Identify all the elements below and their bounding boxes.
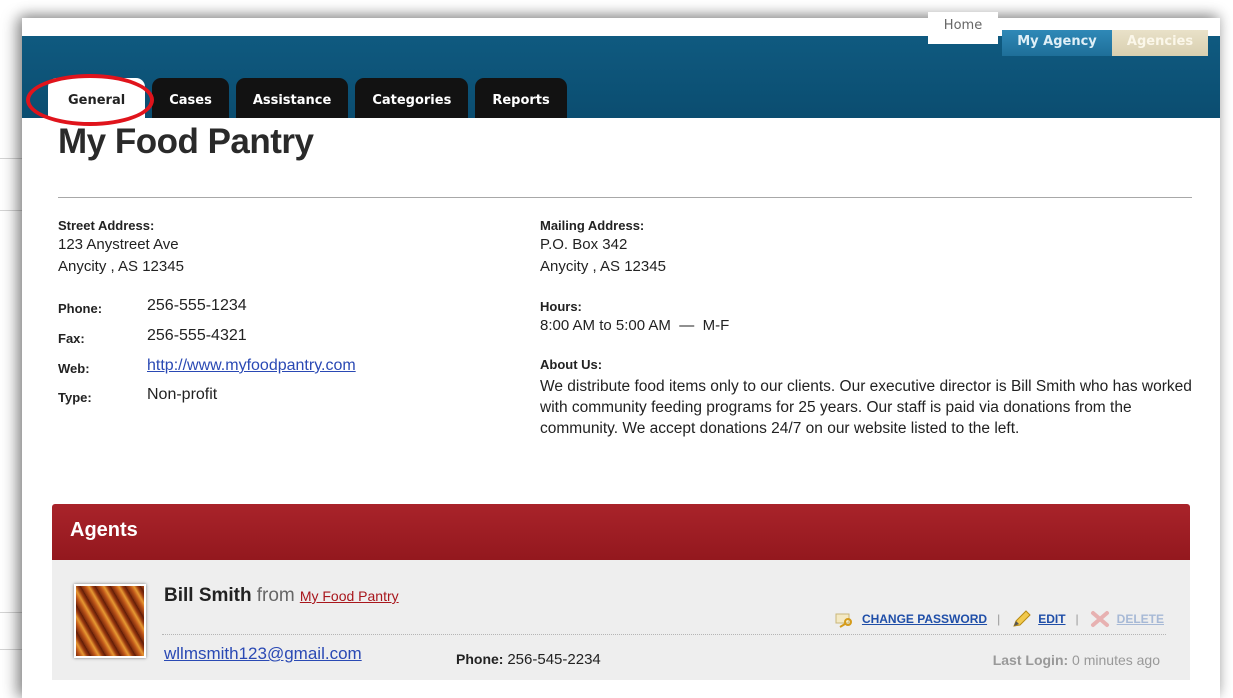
agent-row-divider — [162, 634, 1166, 635]
street-address-line1: 123 Anystreet Ave — [58, 236, 179, 253]
agent-phone: Phone: 256-545-2234 — [456, 651, 601, 668]
edit-link[interactable]: EDIT — [1038, 612, 1065, 626]
background-edge-line — [0, 612, 22, 613]
website-link[interactable]: http://www.myfoodpantry.com — [147, 357, 356, 375]
agents-title: Agents — [70, 519, 138, 541]
agent-actions: CHANGE PASSWORD | EDIT | DELETE — [834, 610, 1164, 628]
tab-assistance[interactable]: Assistance — [235, 78, 349, 118]
highlight-annotation-circle — [26, 74, 154, 126]
hours-value: 8:00 AM to 5:00 AM — M-F — [540, 317, 730, 334]
delete-link[interactable]: DELETE — [1117, 612, 1164, 626]
agent-phone-value: 256-545-2234 — [507, 651, 601, 668]
agent-email-link[interactable]: wllmsmith123@gmail.com — [164, 644, 362, 664]
agent-agency-link[interactable]: My Food Pantry — [300, 588, 399, 604]
phone-label: Phone: — [58, 301, 103, 316]
tab-home[interactable]: Home — [928, 12, 998, 44]
agent-heading: Bill Smith from My Food Pantry — [164, 585, 399, 607]
background-edge-line — [0, 210, 22, 211]
type-value: Non-profit — [147, 386, 218, 403]
avatar — [74, 584, 146, 658]
agent-last-login: Last Login: 0 minutes ago — [993, 652, 1160, 668]
mailing-address-line2: Anycity , AS 12345 — [540, 258, 666, 275]
street-address-line2: Anycity , AS 12345 — [58, 258, 184, 275]
action-separator: | — [997, 612, 1001, 626]
tab-my-agency[interactable]: My Agency — [1002, 30, 1112, 56]
about-text: We distribute food items only to our cli… — [540, 378, 1192, 437]
background-edge-line — [0, 158, 22, 159]
action-separator: | — [1075, 612, 1079, 626]
last-login-label: Last Login: — [992, 652, 1069, 668]
phone-value: 256-555-1234 — [147, 297, 247, 314]
fax-value: 256-555-4321 — [147, 327, 247, 344]
mailing-address-line1: P.O. Box 342 — [540, 236, 628, 253]
pencil-icon — [1010, 610, 1032, 628]
web-label: Web: — [58, 361, 90, 376]
hours-label: Hours: — [540, 299, 582, 314]
agent-phone-label: Phone: — [456, 651, 504, 667]
fax-label: Fax: — [58, 331, 85, 346]
tab-categories[interactable]: Categories — [355, 78, 469, 118]
about-label: About Us: — [540, 357, 603, 372]
tab-reports[interactable]: Reports — [475, 78, 567, 118]
page-window: General Cases Assistance Categories Repo… — [22, 12, 1220, 698]
tab-agencies[interactable]: Agencies — [1112, 30, 1208, 56]
agents-header: Agents — [52, 504, 1190, 560]
change-password-link[interactable]: CHANGE PASSWORD — [862, 612, 987, 626]
title-divider — [58, 197, 1192, 198]
page-title: My Food Pantry — [58, 122, 314, 161]
tab-cases[interactable]: Cases — [152, 78, 229, 118]
last-login-value: 0 minutes ago — [1072, 652, 1160, 668]
mailing-address-label: Mailing Address: — [540, 218, 645, 233]
top-tabs: Home My Agency Agencies — [928, 12, 1208, 56]
background-edge-line — [0, 649, 22, 650]
street-address-label: Street Address: — [58, 218, 155, 233]
type-label: Type: — [58, 390, 92, 405]
agent-row: Bill Smith from My Food Pantry CHANGE PA… — [52, 560, 1190, 680]
key-icon — [834, 610, 856, 628]
agent-name: Bill Smith — [164, 585, 252, 606]
agent-from-word: from — [256, 585, 295, 606]
delete-x-icon — [1089, 610, 1111, 628]
